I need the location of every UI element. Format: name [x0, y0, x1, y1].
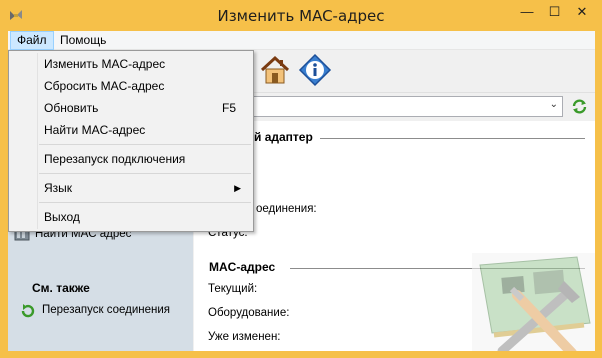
mac-section-title: MAC-адрес [209, 260, 276, 274]
menu-item-label: Обновить [44, 101, 99, 115]
title-bar[interactable]: Изменить MAC-адрес — ☐ ✕ [0, 0, 602, 31]
menu-item-label: Сбросить MAC-адрес [44, 79, 165, 93]
restart-icon [21, 304, 35, 318]
info-icon[interactable] [298, 53, 332, 87]
window-title: Изменить MAC-адрес [217, 7, 385, 25]
menu-bar: Файл Помощь [8, 31, 595, 50]
hardware-mac-label: Оборудование: [208, 307, 290, 319]
submenu-arrow-icon: ▶ [234, 183, 241, 193]
menu-item-label: Перезапуск подключения [44, 152, 186, 166]
menu-item-reset-mac[interactable]: Сбросить MAC-адрес [10, 75, 252, 97]
minimize-button[interactable]: — [513, 1, 541, 22]
connection-label: оединения: [256, 203, 317, 215]
adapter-section-title: й адаптер [254, 130, 313, 144]
menu-separator [39, 202, 251, 203]
section-divider [320, 138, 585, 139]
main-panel: й адаптер оединения: Статус: MAC-адрес Т… [194, 121, 595, 351]
refresh-icon[interactable] [571, 98, 588, 115]
menu-help[interactable]: Помощь [54, 31, 112, 50]
menu-item-label: Изменить MAC-адрес [44, 57, 166, 71]
menu-item-shortcut: F5 [221, 101, 236, 115]
menu-separator [39, 173, 251, 174]
menu-item-restart-connection[interactable]: Перезапуск подключения [10, 148, 252, 170]
file-menu-dropdown: Изменить MAC-адрес Сбросить MAC-адрес Об… [8, 50, 254, 232]
home-icon[interactable] [258, 53, 292, 87]
changed-label: Уже изменен: [208, 331, 281, 343]
sidebar-restart-connection-link[interactable]: Перезапуск соединения [42, 304, 170, 316]
network-card-tools-illustration [472, 253, 595, 351]
menu-item-label: Язык [44, 181, 73, 195]
maximize-button[interactable]: ☐ [541, 1, 568, 22]
see-also-heading: См. также [32, 281, 90, 295]
menu-item-label: Выход [44, 210, 80, 224]
menu-item-find-mac[interactable]: Найти MAC-адрес [10, 119, 252, 141]
menu-item-label: Найти MAC-адрес [44, 123, 146, 137]
close-button[interactable]: ✕ [568, 1, 596, 22]
menu-separator [39, 144, 251, 145]
chevron-down-icon: ⌄ [549, 99, 558, 110]
menu-item-exit[interactable]: Выход [10, 206, 252, 228]
menu-item-refresh[interactable]: Обновить F5 [10, 97, 252, 119]
menu-file[interactable]: Файл [10, 31, 54, 50]
menu-item-change-mac[interactable]: Изменить MAC-адрес [10, 53, 252, 75]
menu-item-language[interactable]: Язык ▶ [10, 177, 252, 199]
current-mac-label: Текущий: [208, 283, 258, 295]
